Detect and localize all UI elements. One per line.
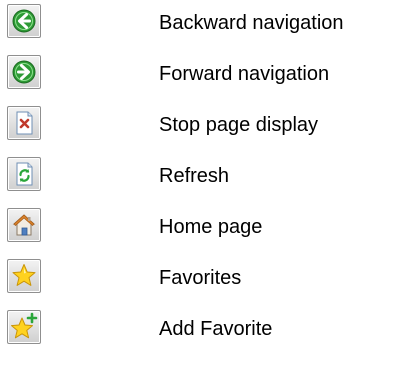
- legend-row-favorites: Favorites: [0, 255, 394, 299]
- legend-label-favorites: Favorites: [159, 267, 242, 289]
- stop-button[interactable]: [7, 106, 41, 140]
- legend-row-add-favorite: Add Favorite: [0, 306, 394, 350]
- home-button[interactable]: [7, 208, 41, 242]
- forward-arrow-icon: [12, 60, 36, 84]
- home-icon: [12, 214, 36, 236]
- legend-label-backward: Backward navigation: [159, 12, 344, 34]
- refresh-button[interactable]: [7, 157, 41, 191]
- legend-row-refresh: Refresh: [0, 153, 394, 197]
- legend-label-refresh: Refresh: [159, 165, 230, 187]
- legend-label-forward: Forward navigation: [159, 63, 330, 85]
- stop-page-icon: [16, 111, 33, 135]
- legend-label-stop: Stop page display: [159, 114, 319, 136]
- add-favorite-button[interactable]: [7, 310, 41, 344]
- legend-row-backward: Backward navigation: [0, 0, 394, 44]
- refresh-icon: [16, 162, 33, 186]
- legend-label-home: Home page: [159, 216, 263, 238]
- add-favorite-star-icon: [11, 312, 38, 339]
- legend-row-stop: Stop page display: [0, 102, 394, 146]
- back-button[interactable]: [7, 4, 41, 38]
- toolbar-icon-legend: Backward navigation Forward navigation S…: [0, 0, 394, 374]
- favorites-button[interactable]: [7, 259, 41, 293]
- legend-label-add-favorite: Add Favorite: [159, 318, 273, 340]
- legend-row-home: Home page: [0, 204, 394, 248]
- forward-button[interactable]: [7, 55, 41, 89]
- favorites-star-icon: [12, 264, 36, 286]
- back-arrow-icon: [12, 9, 36, 33]
- legend-row-forward: Forward navigation: [0, 51, 394, 95]
